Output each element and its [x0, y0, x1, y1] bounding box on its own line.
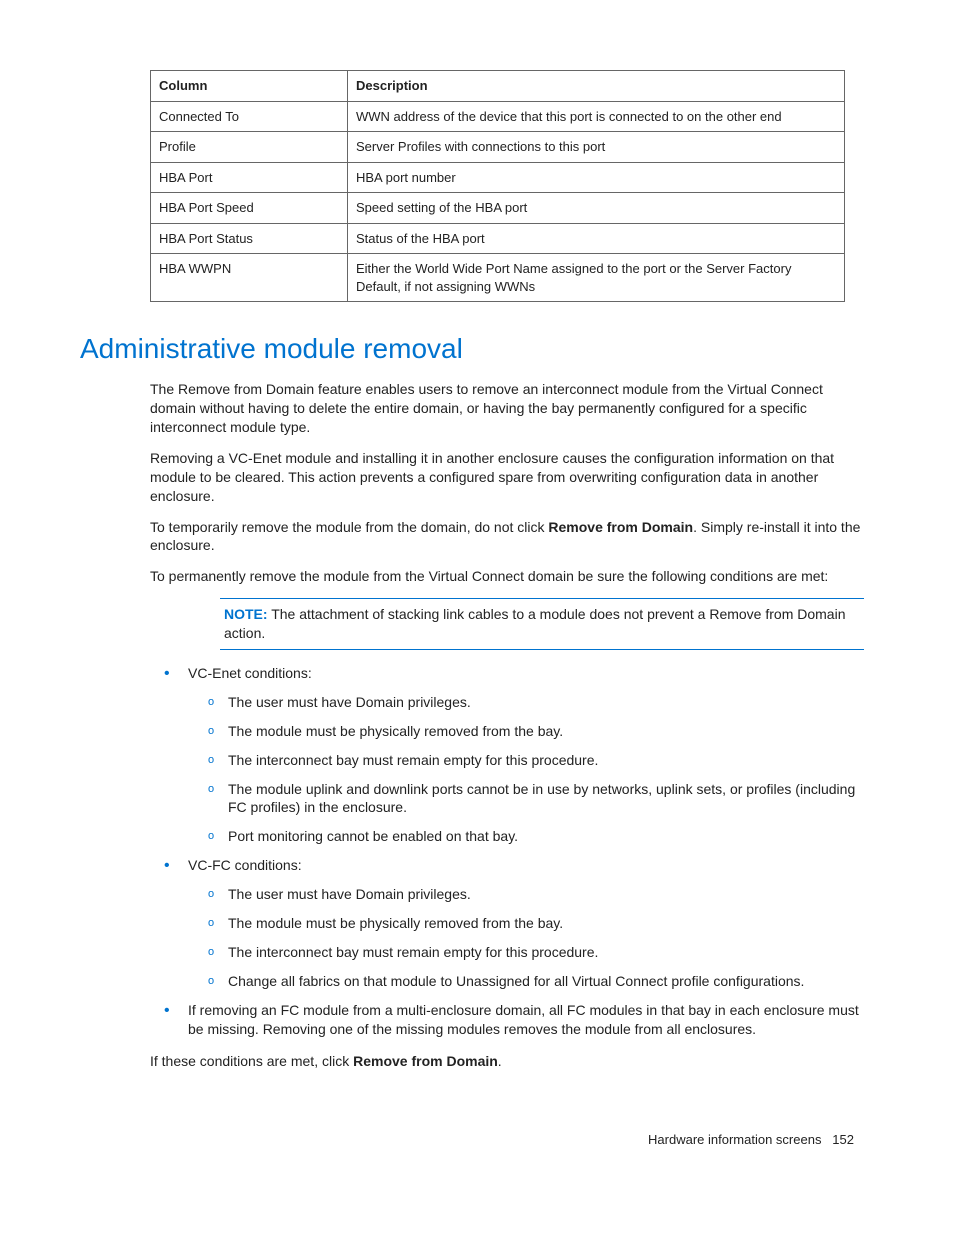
footer-page-number: 152	[832, 1132, 854, 1147]
list-item-label: VC-FC conditions:	[188, 857, 302, 873]
table-header-description: Description	[348, 71, 845, 102]
note-text: The attachment of stacking link cables t…	[224, 606, 846, 641]
sub-list-enet: The user must have Domain privileges. The…	[188, 693, 864, 846]
note-label: NOTE:	[224, 606, 268, 622]
section-heading: Administrative module removal	[80, 330, 864, 368]
table-cell: Status of the HBA port	[348, 223, 845, 254]
table-cell: Either the World Wide Port Name assigned…	[348, 254, 845, 302]
table-header-column: Column	[151, 71, 348, 102]
sub-list-item: Port monitoring cannot be enabled on tha…	[206, 827, 864, 846]
bold-text: Remove from Domain	[548, 519, 693, 535]
table-cell: HBA Port Status	[151, 223, 348, 254]
list-item: VC-FC conditions: The user must have Dom…	[160, 856, 864, 990]
sub-list-item: The user must have Domain privileges.	[206, 885, 864, 904]
list-item: VC-Enet conditions: The user must have D…	[160, 664, 864, 846]
paragraph: Removing a VC-Enet module and installing…	[150, 449, 864, 506]
table-row: Connected ToWWN address of the device th…	[151, 101, 845, 132]
sub-list-item: The module uplink and downlink ports can…	[206, 780, 864, 818]
table-cell: Server Profiles with connections to this…	[348, 132, 845, 163]
sub-list-item: Change all fabrics on that module to Una…	[206, 972, 864, 991]
definitions-table: Column Description Connected ToWWN addre…	[150, 70, 845, 302]
sub-list-item: The interconnect bay must remain empty f…	[206, 943, 864, 962]
conditions-list: VC-Enet conditions: The user must have D…	[90, 664, 864, 1038]
table-cell: HBA Port Speed	[151, 193, 348, 224]
table-row: HBA PortHBA port number	[151, 162, 845, 193]
sub-list-item: The module must be physically removed fr…	[206, 914, 864, 933]
table-cell: HBA port number	[348, 162, 845, 193]
table-row: HBA WWPNEither the World Wide Port Name …	[151, 254, 845, 302]
sub-list-item: The user must have Domain privileges.	[206, 693, 864, 712]
table-cell: HBA Port	[151, 162, 348, 193]
page-footer: Hardware information screens 152	[90, 1131, 864, 1149]
table-cell: Profile	[151, 132, 348, 163]
sub-list-item: The interconnect bay must remain empty f…	[206, 751, 864, 770]
list-item: If removing an FC module from a multi-en…	[160, 1001, 864, 1039]
footer-section: Hardware information screens	[648, 1132, 821, 1147]
paragraph: To temporarily remove the module from th…	[150, 518, 864, 556]
text-run: To temporarily remove the module from th…	[150, 519, 548, 535]
text-run: .	[498, 1053, 502, 1069]
table-cell: Speed setting of the HBA port	[348, 193, 845, 224]
bold-text: Remove from Domain	[353, 1053, 498, 1069]
table-cell: WWN address of the device that this port…	[348, 101, 845, 132]
paragraph: To permanently remove the module from th…	[150, 567, 864, 586]
list-item-text: If removing an FC module from a multi-en…	[188, 1002, 859, 1037]
note-block: NOTE: The attachment of stacking link ca…	[220, 598, 864, 650]
table-row: HBA Port StatusStatus of the HBA port	[151, 223, 845, 254]
table-cell: Connected To	[151, 101, 348, 132]
list-item-label: VC-Enet conditions:	[188, 665, 312, 681]
paragraph: The Remove from Domain feature enables u…	[150, 380, 864, 437]
sub-list-fc: The user must have Domain privileges. The…	[188, 885, 864, 991]
sub-list-item: The module must be physically removed fr…	[206, 722, 864, 741]
table-row: HBA Port SpeedSpeed setting of the HBA p…	[151, 193, 845, 224]
table-body: Connected ToWWN address of the device th…	[151, 101, 845, 302]
paragraph: If these conditions are met, click Remov…	[150, 1052, 864, 1071]
text-run: If these conditions are met, click	[150, 1053, 353, 1069]
table-cell: HBA WWPN	[151, 254, 348, 302]
table-row: ProfileServer Profiles with connections …	[151, 132, 845, 163]
